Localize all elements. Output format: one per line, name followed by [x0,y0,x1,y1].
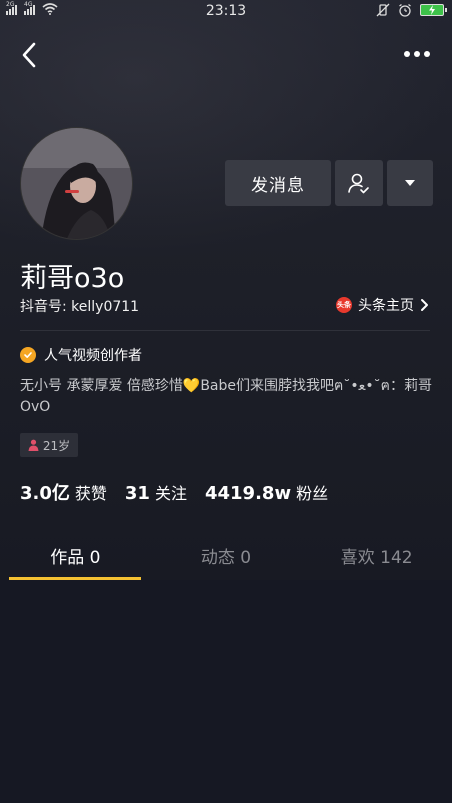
more-dot [424,51,430,57]
toutiao-homepage-link[interactable]: 头条 头条主页 [336,295,430,315]
works-content-area [0,580,452,803]
age-label: 21岁 [42,438,71,453]
battery-charging-icon [420,4,447,16]
chevron-left-icon [22,42,36,68]
profile-bio: 无小号 承蒙厚爱 倍感珍惜💛Babe们来围脖找我吧ฅ˘•ﻌ•˘ฅ：莉哥OvO [20,378,433,415]
alarm-icon [399,4,411,17]
toutiao-logo-icon: 头条 [336,297,352,313]
stat-number: 4419.8w [204,483,292,504]
back-button[interactable] [16,40,44,70]
vibrate-off-icon [376,3,390,17]
creator-badge-row: 人气视频创作者 [20,345,142,365]
stat-followers[interactable]: 4419.8w 粉丝 [205,480,328,504]
stat-likes: 3.0亿 获赞 [20,479,107,505]
nickname: 莉哥o3o [20,263,125,294]
tab-moments[interactable]: 动态 0 [151,530,302,580]
avatar-portrait-image [21,128,132,239]
avatar[interactable] [20,127,133,240]
follow-button[interactable] [335,160,383,206]
chevron-right-icon [421,299,428,311]
divider [20,330,430,331]
profile-tabs: 作品 0 动态 0 喜欢 142 [0,530,452,580]
caret-down-icon [405,180,415,186]
douyin-id: 抖音号: kelly0711 [20,299,140,315]
stat-label: 获赞 [74,484,107,503]
toutiao-link-label: 头条主页 [358,298,414,314]
verified-check-icon [20,347,36,363]
more-options-button[interactable] [404,44,434,64]
more-dot [404,51,410,57]
profile-stats: 3.0亿 获赞 31 关注 4419.8w 粉丝 [20,479,346,505]
age-tag: 21岁 [20,433,78,457]
stat-label: 关注 [154,484,187,503]
stat-label: 粉丝 [296,484,329,503]
status-bar: 2G 4G 23:13 [0,0,452,24]
tab-likes[interactable]: 喜欢 142 [301,530,452,580]
recommend-dropdown-button[interactable] [387,160,433,206]
send-message-button[interactable]: 发消息 [225,160,331,206]
stat-number: 31 [124,483,150,504]
user-check-icon [348,173,369,194]
creator-badge-label: 人气视频创作者 [44,348,142,364]
stat-number: 3.0亿 [20,483,70,504]
female-user-icon [28,439,39,451]
stat-following[interactable]: 31 关注 [125,480,187,504]
more-dot [414,51,420,57]
tab-works[interactable]: 作品 0 [0,530,151,580]
